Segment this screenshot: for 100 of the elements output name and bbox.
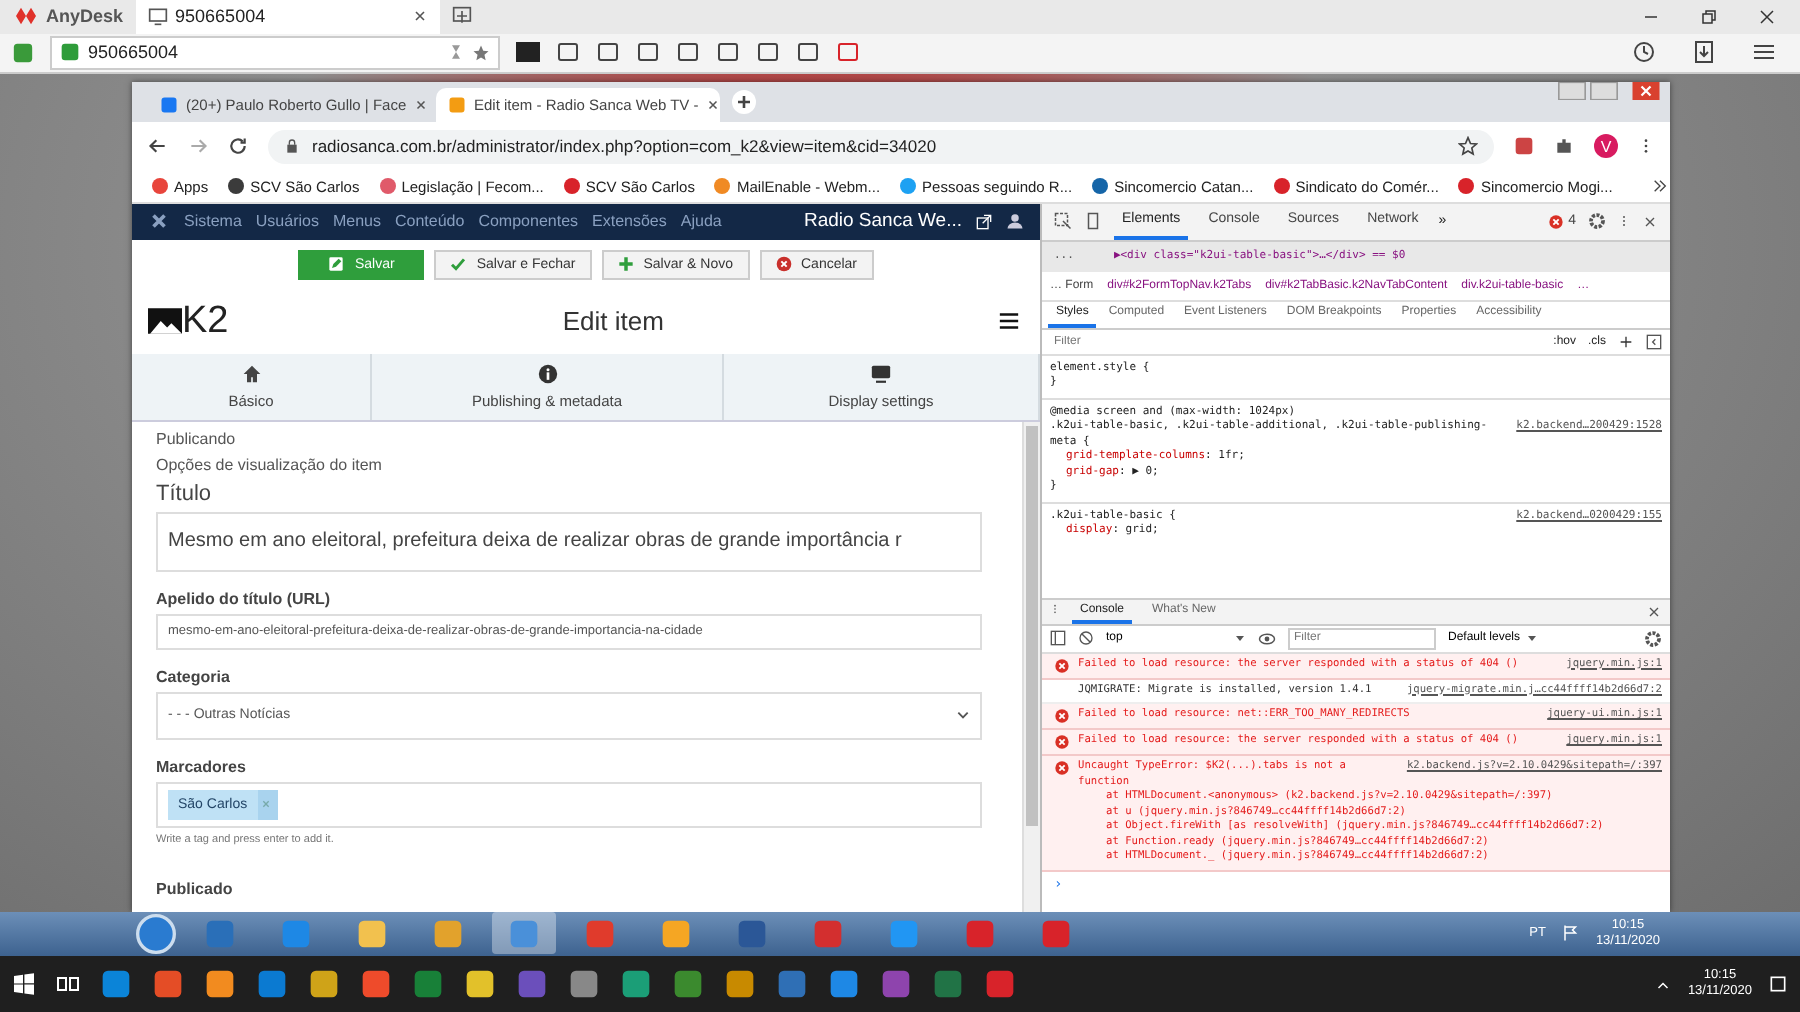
info-icon[interactable] bbox=[537, 363, 557, 384]
app-icon[interactable] bbox=[620, 968, 652, 1001]
field-label: Categoria bbox=[156, 667, 232, 686]
chevron-right-icon[interactable] bbox=[1652, 178, 1669, 195]
app-icon[interactable] bbox=[100, 968, 132, 1001]
menu-item[interactable]: Usuários bbox=[255, 212, 319, 231]
inspect-icon[interactable] bbox=[1054, 212, 1072, 231]
download-icon[interactable] bbox=[1692, 40, 1716, 65]
clear-icon[interactable] bbox=[1078, 630, 1094, 647]
site-icon bbox=[1458, 178, 1475, 195]
maximize-icon[interactable] bbox=[1590, 81, 1618, 100]
check-icon bbox=[450, 256, 467, 273]
anydesk-logo-icon[interactable] bbox=[12, 6, 40, 27]
error-icon bbox=[1054, 734, 1070, 751]
menu-icon[interactable] bbox=[1752, 40, 1776, 65]
reload-icon[interactable] bbox=[228, 136, 248, 157]
caret-icon bbox=[1526, 632, 1539, 645]
start-orb-icon[interactable] bbox=[136, 913, 176, 954]
task-view-icon[interactable] bbox=[56, 972, 80, 997]
app-icon[interactable] bbox=[672, 968, 704, 1001]
sidebar-icon[interactable] bbox=[1646, 333, 1662, 350]
error-icon bbox=[1054, 657, 1070, 674]
field-label: Publicado bbox=[156, 879, 235, 898]
app-icon[interactable] bbox=[308, 968, 340, 1001]
app-icon[interactable] bbox=[464, 968, 496, 1001]
error-icon bbox=[1054, 760, 1070, 777]
k2-logo-text: K2 bbox=[182, 299, 229, 344]
site-icon bbox=[152, 178, 168, 195]
user-icon[interactable] bbox=[1006, 212, 1024, 231]
title-input[interactable]: Mesmo em ano eleitoral, prefeitura deixa de realizar obras de grande importância r bbox=[156, 511, 982, 572]
cancel-icon bbox=[775, 256, 791, 273]
start-icon[interactable] bbox=[12, 972, 36, 997]
flag-icon[interactable] bbox=[1561, 924, 1580, 943]
sidebar-icon[interactable] bbox=[1050, 630, 1066, 647]
close-icon[interactable] bbox=[1758, 7, 1776, 26]
scrollbar[interactable] bbox=[1022, 421, 1040, 912]
history-icon[interactable] bbox=[1632, 40, 1656, 65]
restore-icon[interactable] bbox=[1700, 7, 1718, 26]
app-icon[interactable] bbox=[152, 968, 184, 1001]
menu-item[interactable]: Menus bbox=[332, 212, 381, 231]
site-icon bbox=[160, 95, 178, 114]
site-icon bbox=[379, 178, 396, 195]
edit-icon bbox=[328, 256, 345, 273]
eye-icon[interactable] bbox=[1258, 629, 1276, 648]
plus-icon bbox=[617, 256, 634, 273]
add-icon[interactable] bbox=[1618, 333, 1634, 350]
site-icon bbox=[563, 178, 580, 195]
site-icon bbox=[900, 178, 917, 195]
menu-item[interactable]: Conteúdo bbox=[395, 212, 465, 231]
field-label: Apelido do título (URL) bbox=[156, 589, 333, 608]
site-icon bbox=[1273, 178, 1290, 195]
error-icon bbox=[1054, 708, 1070, 725]
close-icon[interactable] bbox=[411, 8, 428, 25]
new-tab-icon[interactable] bbox=[451, 6, 472, 27]
menu-item[interactable]: Sistema bbox=[184, 212, 242, 231]
dropdown-item[interactable]: Publicando bbox=[156, 429, 982, 450]
menu-item[interactable]: Componentes bbox=[478, 212, 579, 231]
site-icon bbox=[714, 178, 731, 195]
settings-icon[interactable] bbox=[1588, 212, 1606, 231]
menu-item[interactable]: Ajuda bbox=[680, 212, 722, 231]
home-icon[interactable] bbox=[241, 363, 261, 384]
site-icon bbox=[1092, 178, 1109, 195]
error-icon bbox=[1548, 213, 1565, 230]
caret-icon bbox=[1234, 632, 1246, 645]
lock-icon bbox=[284, 138, 300, 155]
star-icon bbox=[472, 43, 490, 62]
hourglass-icon bbox=[448, 44, 464, 61]
app-icon[interactable] bbox=[724, 968, 756, 1001]
close-icon[interactable] bbox=[706, 97, 721, 112]
notification-icon[interactable] bbox=[1768, 974, 1788, 995]
app-icon[interactable] bbox=[828, 968, 860, 1001]
field-label: Marcadores bbox=[156, 757, 248, 776]
dropdown-item[interactable]: Opções de visualização do item bbox=[156, 455, 982, 476]
address-field[interactable]: 950665004 bbox=[50, 35, 500, 70]
app-icon[interactable] bbox=[568, 968, 600, 1001]
chevron-down-icon bbox=[956, 708, 970, 723]
new-tab-icon[interactable] bbox=[732, 89, 756, 114]
app-icon[interactable] bbox=[204, 968, 236, 1001]
back-icon[interactable] bbox=[148, 136, 168, 157]
url-field[interactable]: radiosanca.com.br/administrator/index.php?option=com_k2&view=item&cid=34020 bbox=[268, 129, 1494, 164]
profile-avatar[interactable]: V bbox=[1594, 134, 1618, 159]
app-icon[interactable] bbox=[360, 968, 392, 1001]
site-icon bbox=[448, 95, 466, 114]
close-icon[interactable] bbox=[1646, 603, 1662, 620]
puzzle-icon[interactable] bbox=[1554, 136, 1574, 157]
star-icon[interactable] bbox=[1458, 136, 1478, 157]
device-icon[interactable] bbox=[1084, 212, 1102, 231]
close-icon[interactable] bbox=[1642, 213, 1658, 230]
close-icon bbox=[257, 796, 274, 813]
minimize-icon[interactable] bbox=[1558, 81, 1586, 100]
session-tab[interactable]: 950665004 bbox=[135, 0, 440, 34]
settings-icon[interactable] bbox=[1644, 629, 1662, 648]
menu-item[interactable]: Extensões bbox=[592, 212, 667, 231]
app-name: AnyDesk bbox=[46, 6, 124, 27]
external-link-icon[interactable] bbox=[976, 213, 992, 230]
menu-icon[interactable] bbox=[998, 310, 1020, 333]
site-icon bbox=[228, 178, 245, 195]
close-icon[interactable] bbox=[414, 97, 429, 112]
field-label: Título bbox=[156, 481, 214, 506]
site-link[interactable]: Radio Sanca We... bbox=[803, 210, 962, 233]
